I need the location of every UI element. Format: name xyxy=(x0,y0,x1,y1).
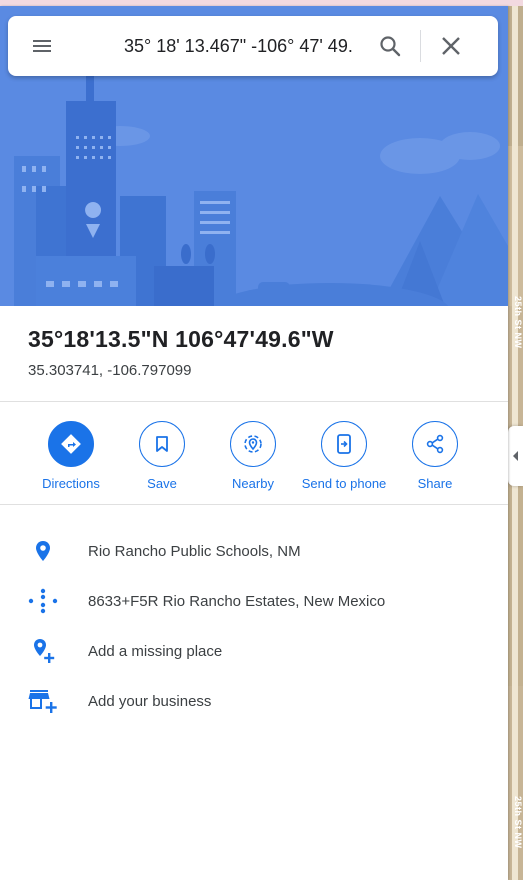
bookmark-icon xyxy=(156,436,168,452)
search-input[interactable] xyxy=(76,26,362,66)
search-icon xyxy=(380,36,401,57)
side-panel: 35°18'13.5"N 106°47'49.6"W 35.303741, -1… xyxy=(0,6,508,880)
action-bar: Directions Save Nearby Send to phone Sha… xyxy=(0,403,508,505)
share-icon xyxy=(426,434,444,454)
place-decimal-coordinates[interactable]: 35.303741, -106.797099 xyxy=(28,362,191,379)
list-item-address[interactable]: Rio Rancho Public Schools, NM xyxy=(0,526,508,576)
add-missing-place-text: Add a missing place xyxy=(88,642,223,660)
menu-button[interactable] xyxy=(8,16,76,76)
directions-icon xyxy=(61,434,81,454)
plus-code-text: 8633+F5R Rio Rancho Estates, New Mexico xyxy=(88,592,386,610)
info-list: Rio Rancho Public Schools, NM 8633+F5R R… xyxy=(0,526,508,726)
action-label: Nearby xyxy=(232,476,274,491)
chevron-left-icon xyxy=(512,451,518,461)
hero-illustration xyxy=(0,6,508,306)
map-road-label: 25th St NW xyxy=(513,296,523,349)
nearby-icon xyxy=(244,435,262,453)
search-button[interactable] xyxy=(366,22,414,70)
close-icon xyxy=(442,37,460,55)
location-pin-icon xyxy=(28,536,58,566)
save-button[interactable]: Save xyxy=(112,421,212,491)
add-business-text: Add your business xyxy=(88,692,212,710)
share-circle xyxy=(412,421,458,467)
nearby-button[interactable]: Nearby xyxy=(203,421,303,491)
address-text: Rio Rancho Public Schools, NM xyxy=(88,542,301,560)
send-to-phone-icon xyxy=(337,434,351,454)
add-location-icon xyxy=(28,636,58,666)
share-button[interactable]: Share xyxy=(385,421,485,491)
hamburger-menu-icon xyxy=(33,40,51,52)
plus-code-icon xyxy=(28,586,58,616)
search-bar xyxy=(8,16,498,76)
send-to-phone-circle xyxy=(321,421,367,467)
map-road-label: 25th St NW xyxy=(513,796,523,849)
directions-button[interactable]: Directions xyxy=(21,421,121,491)
collapse-panel-button[interactable] xyxy=(508,426,523,486)
clear-search-button[interactable] xyxy=(427,22,475,70)
action-label: Directions xyxy=(42,476,100,491)
map-view[interactable]: 25th St NW 25th St NW xyxy=(508,6,523,880)
action-label: Send to phone xyxy=(301,476,387,491)
add-business-icon xyxy=(28,686,58,716)
place-header: 35°18'13.5"N 106°47'49.6"W 35.303741, -1… xyxy=(0,306,508,402)
save-circle xyxy=(139,421,185,467)
list-item-add-missing-place[interactable]: Add a missing place xyxy=(0,626,508,676)
directions-circle xyxy=(48,421,94,467)
search-divider xyxy=(420,30,421,62)
action-label: Save xyxy=(147,476,177,491)
send-to-phone-button[interactable]: Send to phone xyxy=(294,421,394,491)
list-item-plus-code[interactable]: 8633+F5R Rio Rancho Estates, New Mexico xyxy=(0,576,508,626)
list-item-add-business[interactable]: Add your business xyxy=(0,676,508,726)
action-label: Share xyxy=(417,476,453,491)
place-title: 35°18'13.5"N 106°47'49.6"W xyxy=(28,326,334,352)
nearby-circle xyxy=(230,421,276,467)
